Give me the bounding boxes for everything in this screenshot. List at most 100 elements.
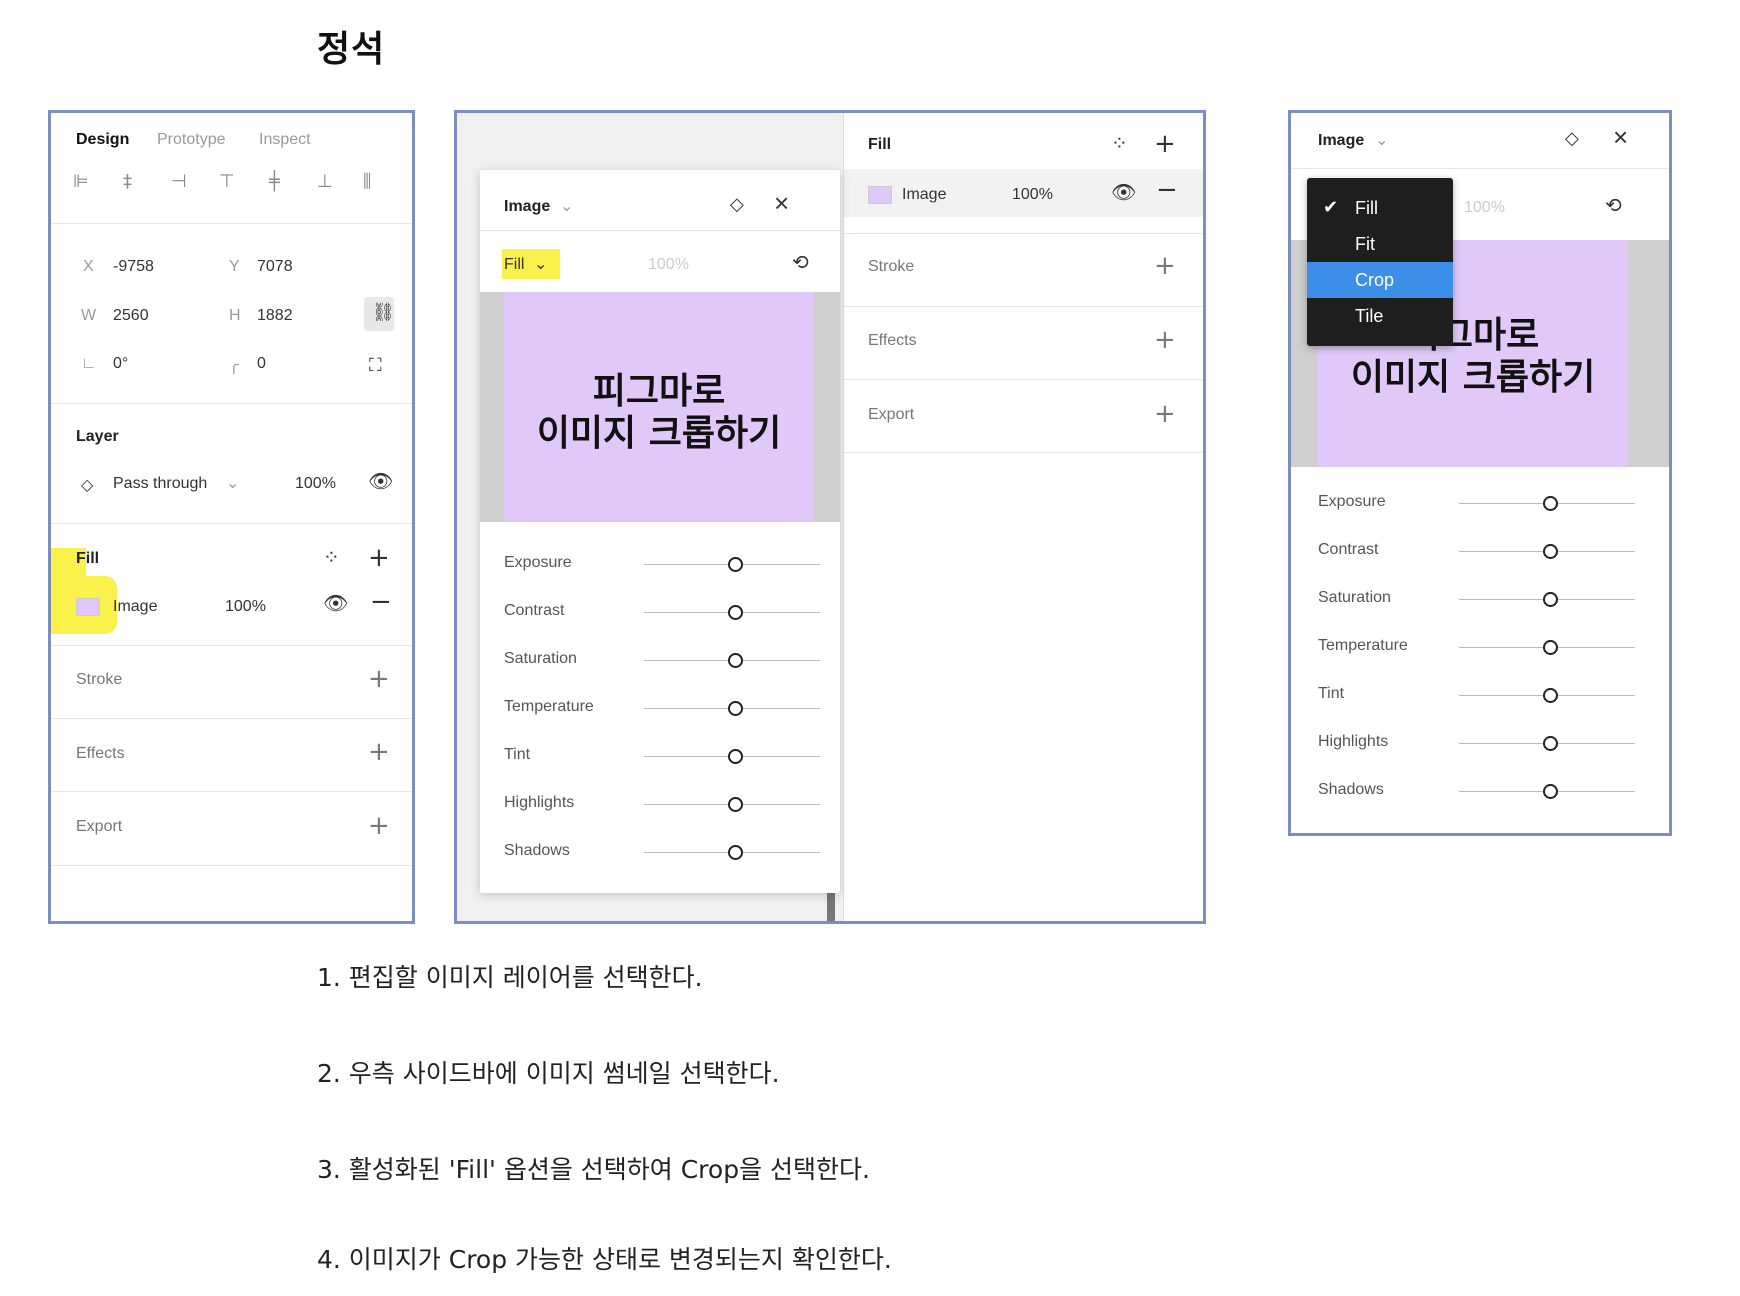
rotate-icon[interactable]: ⟲	[1605, 193, 1622, 218]
reset-icon[interactable]: ◇	[730, 194, 744, 215]
image-settings-frame: Fill ⁘ + Image 100% 👁 − Stroke + Effects…	[454, 110, 1206, 924]
opacity-input[interactable]: 100%	[1464, 199, 1505, 217]
fill-type-label[interactable]: Image	[902, 186, 946, 204]
image-thumbnail-button[interactable]	[868, 186, 892, 204]
fill-opacity-input[interactable]: 100%	[1012, 186, 1053, 204]
radius-input[interactable]: 0	[257, 355, 266, 373]
stroke-label: Stroke	[868, 258, 915, 275]
align-center-icon[interactable]: ‡	[123, 171, 132, 192]
adjustment-label: Temperature	[504, 698, 594, 715]
rotate-icon[interactable]: ⟲	[792, 250, 809, 275]
remove-fill-button[interactable]: −	[370, 589, 392, 615]
effects-label: Effects	[76, 745, 125, 762]
close-icon[interactable]: ×	[1613, 122, 1628, 153]
close-icon[interactable]: ×	[774, 188, 789, 219]
fill-mode-select[interactable]: Fill	[504, 256, 524, 274]
align-top-icon[interactable]: ⊤	[219, 171, 235, 192]
adjustment-slider-handle[interactable]	[1543, 544, 1558, 559]
scrollbar[interactable]	[827, 893, 835, 921]
menu-item-fit[interactable]: Fit	[1307, 226, 1453, 262]
style-icon[interactable]: ⁘	[1111, 131, 1128, 156]
align-left-icon[interactable]: ⊫	[73, 171, 89, 192]
style-icon[interactable]: ⁘	[323, 545, 340, 570]
adjustment-label: Contrast	[1318, 541, 1379, 558]
add-export-button[interactable]: +	[368, 813, 390, 839]
check-icon: ✔	[1323, 197, 1339, 217]
chevron-down-icon: ⌄	[534, 256, 548, 273]
divider	[51, 791, 412, 792]
opacity-input[interactable]: 100%	[648, 256, 689, 274]
stroke-label: Stroke	[76, 671, 123, 688]
adjustment-slider-handle[interactable]	[728, 845, 743, 860]
divider	[51, 523, 412, 524]
adjustment-slider-handle[interactable]	[1543, 688, 1558, 703]
fill-opacity-input[interactable]: 100%	[225, 598, 266, 616]
y-input[interactable]: 7078	[257, 258, 293, 276]
align-bottom-icon[interactable]: ⊥	[317, 171, 333, 192]
w-label: W	[81, 307, 97, 324]
rotation-input[interactable]: 0°	[113, 355, 128, 373]
divider	[480, 230, 840, 231]
add-stroke-button[interactable]: +	[368, 666, 390, 692]
chevron-down-icon: ⌄	[560, 198, 574, 215]
export-label: Export	[868, 406, 915, 423]
add-fill-button[interactable]: +	[1154, 131, 1176, 157]
blend-mode-select[interactable]: Pass through	[113, 475, 207, 493]
remove-fill-button[interactable]: −	[1156, 177, 1178, 203]
distribute-icon[interactable]: ⫼	[363, 171, 371, 192]
adjustment-slider-handle[interactable]	[1543, 640, 1558, 655]
adjustment-label: Shadows	[504, 842, 570, 859]
menu-item-crop[interactable]: Crop	[1307, 262, 1453, 298]
add-fill-button[interactable]: +	[368, 545, 390, 571]
add-export-button[interactable]: +	[1154, 401, 1176, 427]
adjustment-slider-handle[interactable]	[1543, 496, 1558, 511]
preview-text-line2: 이미지 크롭하기	[1350, 357, 1596, 398]
eye-icon[interactable]: 👁	[323, 591, 348, 616]
adjustment-slider-handle[interactable]	[728, 605, 743, 620]
adjustment-slider-handle[interactable]	[1543, 784, 1558, 799]
adjustment-label: Exposure	[1318, 493, 1386, 510]
step-4: 4. 이미지가 Crop 가능한 상태로 변경되는지 확인한다.	[317, 1245, 892, 1274]
tab-design[interactable]: Design	[76, 131, 129, 149]
constrain-proportions-button[interactable]: ⛓	[364, 297, 395, 331]
preview-text-line2: 이미지 크롭하기	[536, 413, 782, 454]
align-middle-icon[interactable]: ╪	[269, 171, 280, 192]
add-effect-button[interactable]: +	[1154, 327, 1176, 353]
x-input[interactable]: -9758	[113, 258, 154, 276]
align-right-icon[interactable]: ⊣	[171, 171, 187, 192]
add-effect-button[interactable]: +	[368, 739, 390, 765]
popup-title[interactable]: Image	[1318, 132, 1364, 150]
h-input[interactable]: 1882	[257, 307, 293, 325]
menu-item-fill[interactable]: ✔ Fill	[1307, 190, 1453, 226]
adjustment-slider-handle[interactable]	[1543, 736, 1558, 751]
popup-title[interactable]: Image	[504, 198, 550, 216]
independent-corners-icon[interactable]: ⛶	[369, 355, 382, 376]
image-thumbnail-button[interactable]	[76, 598, 100, 616]
alignment-toolbar: ⊫ ‡ ⊣ ⊤ ╪ ⊥ ⫼	[73, 171, 393, 199]
fill-type-label[interactable]: Image	[113, 598, 157, 616]
layer-section-title: Layer	[76, 428, 119, 445]
w-input[interactable]: 2560	[113, 307, 149, 325]
h-label: H	[229, 307, 241, 324]
adjustment-slider-handle[interactable]	[728, 557, 743, 572]
adjustment-label: Highlights	[504, 794, 575, 811]
tab-inspect[interactable]: Inspect	[259, 131, 311, 149]
eye-icon[interactable]: 👁	[368, 469, 393, 494]
sidebar: Fill ⁘ + Image 100% 👁 − Stroke + Effects…	[843, 113, 1203, 921]
adjustment-slider-handle[interactable]	[728, 653, 743, 668]
adjustment-slider-handle[interactable]	[1543, 592, 1558, 607]
export-label: Export	[76, 818, 123, 835]
menu-item-label: Tile	[1355, 306, 1384, 326]
menu-item-tile[interactable]: Tile	[1307, 298, 1453, 334]
reset-icon[interactable]: ◇	[1565, 128, 1579, 149]
add-stroke-button[interactable]: +	[1154, 253, 1176, 279]
chevron-down-icon: ⌄	[226, 475, 240, 492]
adjustment-slider-handle[interactable]	[728, 797, 743, 812]
tab-prototype[interactable]: Prototype	[157, 131, 225, 149]
rotation-icon: ∟	[81, 355, 97, 372]
adjustment-slider-handle[interactable]	[728, 701, 743, 716]
layer-opacity-input[interactable]: 100%	[295, 475, 336, 493]
eye-icon[interactable]: 👁	[1111, 180, 1136, 205]
y-label: Y	[229, 258, 240, 275]
adjustment-slider-handle[interactable]	[728, 749, 743, 764]
